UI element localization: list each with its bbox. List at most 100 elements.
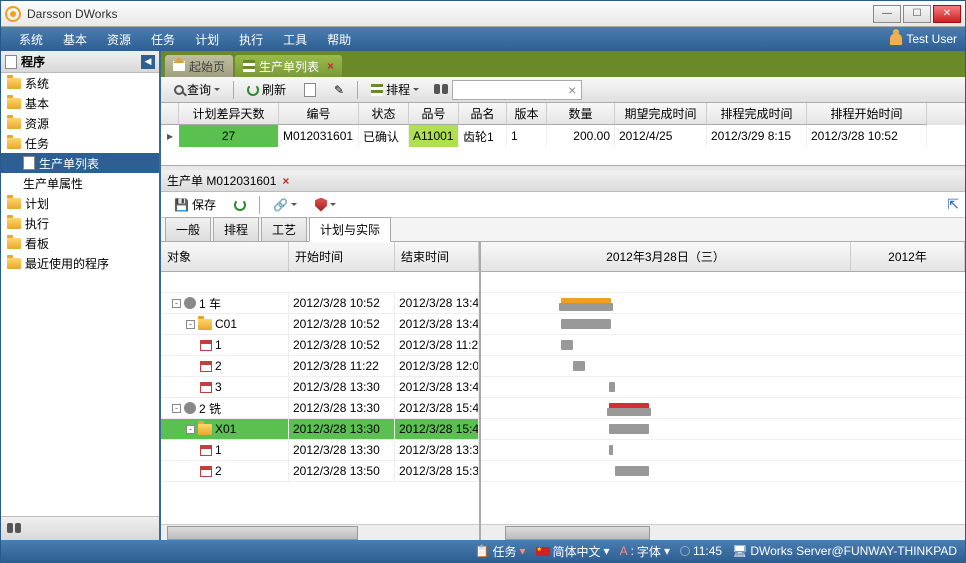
new-button[interactable]: [297, 80, 323, 100]
grid-cell[interactable]: 齿轮1: [459, 125, 507, 147]
gantt-tree-row[interactable]: -X012012/3/28 13:302012/3/28 15:40: [161, 419, 479, 440]
sidebar-footer: [1, 516, 159, 540]
grid-row[interactable]: ▸ 27M012031601已确认A11001齿轮11200.002012/4/…: [161, 125, 965, 147]
refresh-icon: [234, 199, 246, 211]
gantt-tree-row[interactable]: 32012/3/28 13:302012/3/28 13:40: [161, 377, 479, 398]
clear-search-icon[interactable]: ×: [568, 82, 576, 98]
gantt-tree-row[interactable]: 12012/3/28 10:522012/3/28 11:22: [161, 335, 479, 356]
shield-button[interactable]: [308, 195, 343, 215]
grid-col-header[interactable]: 期望完成时间: [615, 103, 707, 125]
subtab-general[interactable]: 一般: [165, 217, 211, 241]
sidebar-item[interactable]: 任务: [1, 133, 159, 153]
sidebar-item[interactable]: 执行: [1, 213, 159, 233]
gantt-bar[interactable]: [561, 340, 573, 350]
grid-col-header[interactable]: 数量: [547, 103, 615, 125]
gantt-bar[interactable]: [607, 408, 651, 416]
expander-icon[interactable]: -: [186, 320, 195, 329]
sidebar-item[interactable]: 最近使用的程序: [1, 253, 159, 273]
refresh-button[interactable]: [227, 196, 253, 214]
gantt-bar[interactable]: [609, 424, 649, 434]
grid-col-header[interactable]: 品号: [409, 103, 459, 125]
expander-icon[interactable]: -: [172, 404, 181, 413]
grid-cell[interactable]: 27: [179, 125, 279, 147]
expand-button[interactable]: ⇱: [947, 196, 959, 213]
grid-cell[interactable]: 2012/4/25: [615, 125, 707, 147]
expander-icon[interactable]: -: [186, 425, 195, 434]
grid-cell[interactable]: A11001: [409, 125, 459, 147]
list-icon: [371, 84, 383, 96]
schedule-button[interactable]: 排程: [364, 78, 426, 101]
grid-cell[interactable]: M012031601: [279, 125, 359, 147]
gantt-tree-row[interactable]: 12012/3/28 13:302012/3/28 13:30: [161, 440, 479, 461]
collapse-button[interactable]: ◀: [141, 55, 155, 69]
menu-tool[interactable]: 工具: [273, 31, 317, 48]
sidebar-item[interactable]: 计划: [1, 193, 159, 213]
folder-icon: [7, 198, 21, 209]
tab-start[interactable]: 起始页: [165, 55, 233, 77]
gantt-tree-row[interactable]: 22012/3/28 13:502012/3/28 15:30: [161, 461, 479, 482]
menu-resource[interactable]: 资源: [97, 31, 141, 48]
detail-close-icon[interactable]: ×: [282, 174, 289, 188]
menu-task[interactable]: 任务: [141, 31, 185, 48]
menu-basic[interactable]: 基本: [53, 31, 97, 48]
tab-orderlist[interactable]: 生产单列表 ×: [235, 55, 342, 77]
link-button[interactable]: 🔗: [266, 195, 304, 215]
grid-col-header[interactable]: 排程完成时间: [707, 103, 807, 125]
search-input[interactable]: [452, 80, 582, 100]
subtab-schedule[interactable]: 排程: [213, 217, 259, 241]
expander-icon[interactable]: -: [172, 299, 181, 308]
status-lang[interactable]: 简体中文 ▾: [536, 543, 610, 560]
grid-cell[interactable]: 已确认: [359, 125, 409, 147]
gantt-tree-row[interactable]: 22012/3/28 11:222012/3/28 12:00: [161, 356, 479, 377]
scrollbar-horizontal[interactable]: [161, 524, 479, 540]
menu-plan[interactable]: 计划: [185, 31, 229, 48]
subtab-planactual[interactable]: 计划与实际: [309, 217, 391, 242]
gantt-tree-row[interactable]: -2 铣2012/3/28 13:302012/3/28 15:40: [161, 398, 479, 419]
menu-execute[interactable]: 执行: [229, 31, 273, 48]
gantt-tree-row[interactable]: -1 车2012/3/28 10:522012/3/28 13:40: [161, 293, 479, 314]
grid-cell[interactable]: 200.00: [547, 125, 615, 147]
tab-close-icon[interactable]: ×: [327, 59, 334, 73]
sidebar-item[interactable]: 看板: [1, 233, 159, 253]
grid-col-header[interactable]: 品名: [459, 103, 507, 125]
grid-col-header[interactable]: 状态: [359, 103, 409, 125]
gantt-bar[interactable]: [573, 361, 585, 371]
sidebar-item[interactable]: 生产单列表: [1, 153, 159, 173]
subtab-process[interactable]: 工艺: [261, 217, 307, 241]
gantt-tree-body[interactable]: -1 车2012/3/28 10:522012/3/28 13:40-C0120…: [161, 272, 479, 524]
binoculars-icon[interactable]: [7, 523, 21, 535]
maximize-button[interactable]: ☐: [903, 5, 931, 23]
gantt-bar[interactable]: [559, 303, 613, 311]
end-time: 2012/3/28 11:22: [395, 335, 479, 355]
app-title: Darsson DWorks: [27, 7, 117, 21]
query-button[interactable]: 查询: [167, 78, 227, 101]
refresh-button[interactable]: 刷新: [240, 78, 293, 101]
gantt-chart-body[interactable]: [481, 272, 965, 524]
grid-col-header[interactable]: 计划差异天数: [179, 103, 279, 125]
menu-system[interactable]: 系统: [9, 31, 53, 48]
sidebar-item[interactable]: 生产单属性: [1, 173, 159, 193]
edit-button[interactable]: ✎: [327, 80, 351, 100]
close-button[interactable]: ✕: [933, 5, 961, 23]
gantt-bar[interactable]: [561, 319, 611, 329]
status-tasks[interactable]: 📋 任务 ▾: [475, 543, 526, 560]
grid-col-header[interactable]: 版本: [507, 103, 547, 125]
minimize-button[interactable]: —: [873, 5, 901, 23]
status-font[interactable]: A: 字体 ▾: [620, 543, 670, 560]
menu-help[interactable]: 帮助: [317, 31, 361, 48]
grid-col-header[interactable]: 编号: [279, 103, 359, 125]
gantt-tree-row[interactable]: -C012012/3/28 10:522012/3/28 13:40: [161, 314, 479, 335]
scrollbar-horizontal[interactable]: [481, 524, 965, 540]
grid-cell[interactable]: 1: [507, 125, 547, 147]
save-button[interactable]: 💾 保存: [167, 193, 223, 216]
sidebar-item[interactable]: 基本: [1, 93, 159, 113]
sidebar-item[interactable]: 资源: [1, 113, 159, 133]
gantt-bar[interactable]: [609, 382, 615, 392]
grid-cell[interactable]: 2012/3/28 10:52: [807, 125, 927, 147]
grid-col-header[interactable]: 排程开始时间: [807, 103, 927, 125]
user-label[interactable]: Test User: [906, 32, 957, 46]
gantt-bar[interactable]: [615, 466, 649, 476]
sidebar-item[interactable]: 系统: [1, 73, 159, 93]
gantt-bar[interactable]: [609, 445, 613, 455]
grid-cell[interactable]: 2012/3/29 8:15: [707, 125, 807, 147]
